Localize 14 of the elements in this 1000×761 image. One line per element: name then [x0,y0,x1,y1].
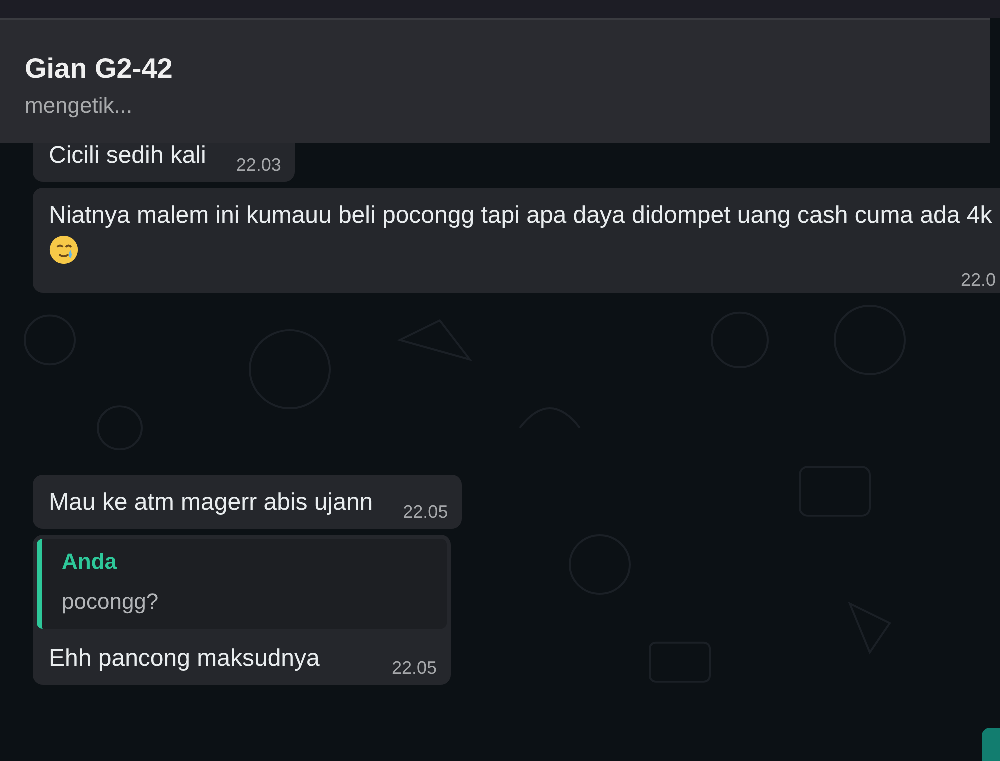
typing-status: mengetik... [25,93,133,119]
quote-author: Anda [62,549,117,575]
message-time: 22.05 [392,658,437,679]
smiling-tear-emoji-icon [49,235,79,265]
message-text: Ehh pancong maksudnya [49,644,320,674]
contact-name: Gian G2-42 [25,53,173,85]
quote-text: pocongg? [62,589,159,615]
message-text: Mau ke atm magerr abis ujann [49,488,374,518]
message-time: 22.05 [403,502,448,523]
quoted-message[interactable]: Anda pocongg? [37,539,447,629]
message-time: 22.0 [960,270,996,291]
message-text: Niatnya malem ini kumauu beli pocongg tapi apa daya didompet uang cash cuma ada 4k [49,198,996,270]
message-time: 22.03 [236,155,282,176]
message-text: Cicili sedih kali [49,141,206,171]
